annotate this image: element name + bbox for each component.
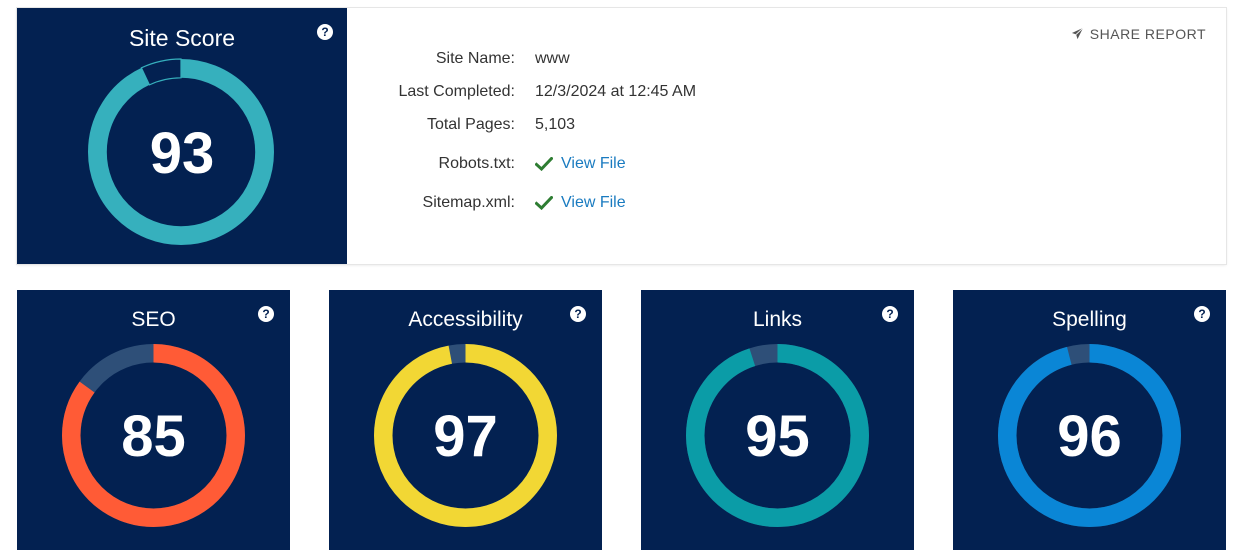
links-card: Links ? 95 bbox=[641, 290, 914, 550]
total-pages-label: Total Pages: bbox=[426, 116, 515, 133]
help-icon[interactable]: ? bbox=[317, 24, 333, 40]
check-icon bbox=[535, 195, 553, 210]
total-pages-value: 5,103 bbox=[535, 116, 576, 133]
help-icon[interactable]: ? bbox=[882, 306, 898, 322]
seo-card: SEO ? 85 bbox=[17, 290, 290, 550]
site-score-value: 93 bbox=[149, 121, 215, 186]
help-icon[interactable]: ? bbox=[1194, 306, 1210, 322]
accessibility-score-value: 97 bbox=[433, 404, 498, 469]
site-score-title: Site Score bbox=[128, 25, 236, 51]
site-name-value: www bbox=[535, 50, 570, 67]
site-details: Site Name: www Last Completed: 12/3/2024… bbox=[347, 8, 1226, 264]
share-report-button[interactable]: SHARE REPORT bbox=[1071, 26, 1206, 42]
seo-score-value: 85 bbox=[121, 404, 186, 469]
accessibility-title: Accessibility bbox=[408, 308, 523, 331]
help-icon[interactable]: ? bbox=[570, 306, 586, 322]
check-icon bbox=[535, 156, 553, 171]
gauge-remainder bbox=[140, 58, 182, 86]
seo-title: SEO bbox=[131, 308, 176, 331]
site-name-label: Site Name: bbox=[435, 50, 515, 67]
last-completed-value: 12/3/2024 at 12:45 AM bbox=[535, 83, 697, 100]
sitemap-view-file-link[interactable]: View File bbox=[561, 194, 626, 211]
links-score-value: 95 bbox=[745, 404, 810, 469]
spelling-title: Spelling bbox=[1052, 308, 1127, 331]
sitemap-label: Sitemap.xml: bbox=[422, 194, 515, 211]
spelling-score-value: 96 bbox=[1057, 404, 1122, 469]
paper-plane-icon bbox=[1071, 27, 1084, 40]
site-score-panel: Site Score ? 93 bbox=[17, 8, 347, 264]
links-title: Links bbox=[752, 308, 803, 331]
share-report-label: SHARE REPORT bbox=[1089, 26, 1206, 42]
accessibility-card: Accessibility ? 97 bbox=[329, 290, 602, 550]
robots-label: Robots.txt: bbox=[438, 155, 515, 172]
spelling-card: Spelling ? 96 bbox=[953, 290, 1226, 550]
last-completed-label: Last Completed: bbox=[398, 83, 515, 100]
help-icon[interactable]: ? bbox=[258, 306, 274, 322]
site-summary-card: Site Score ? 93 Site Name: www Last Comp… bbox=[17, 8, 1226, 264]
robots-view-file-link[interactable]: View File bbox=[561, 155, 626, 172]
